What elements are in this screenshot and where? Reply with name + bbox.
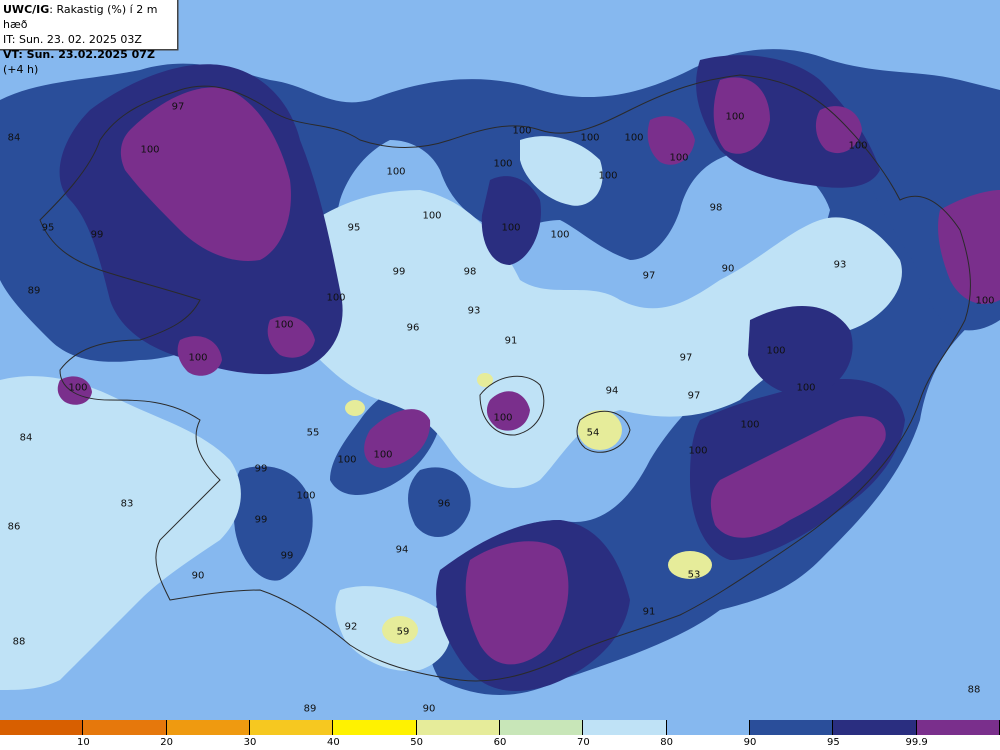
legend-swatch: [583, 720, 667, 735]
value-label: 100: [493, 412, 513, 424]
legend-swatch: [833, 720, 917, 735]
value-label: 100: [296, 490, 316, 502]
value-label: 95: [347, 222, 361, 234]
legend-tick-label: 95: [826, 737, 840, 748]
legend-tick-label: 60: [493, 737, 507, 748]
value-label: 100: [669, 152, 689, 164]
value-label: 88: [967, 684, 981, 696]
value-label: 54: [586, 427, 600, 439]
value-label: 100: [501, 222, 521, 234]
value-label: 83: [120, 498, 134, 510]
legend-tick-label: 70: [576, 737, 590, 748]
value-label: 100: [493, 158, 513, 170]
value-label: 91: [642, 606, 656, 618]
value-label: 100: [188, 352, 208, 364]
legend-swatch: [166, 720, 250, 735]
value-label: 96: [406, 322, 420, 334]
value-label: 88: [12, 636, 26, 648]
value-label: 100: [580, 132, 600, 144]
value-label: 100: [688, 445, 708, 457]
legend-swatch: [500, 720, 584, 735]
value-label: 90: [721, 263, 735, 275]
value-label: 97: [679, 352, 693, 364]
value-label: 89: [303, 703, 317, 715]
value-label: 98: [463, 266, 477, 278]
legend-tick-label: 99.9: [905, 737, 928, 748]
value-label: 100: [725, 111, 745, 123]
value-label: 99: [90, 229, 104, 241]
value-label: 84: [19, 432, 33, 444]
value-label: 93: [467, 305, 481, 317]
value-label: 99: [392, 266, 406, 278]
legend-swatch: [416, 720, 500, 735]
init-time: IT: Sun. 23. 02. 2025 03Z: [3, 33, 142, 46]
value-label: 100: [373, 449, 393, 461]
legend-tick-label: 20: [160, 737, 174, 748]
value-label: 97: [642, 270, 656, 282]
value-label: 90: [422, 703, 436, 715]
value-label: 94: [605, 385, 619, 397]
legend-tick-label: 80: [660, 737, 674, 748]
legend-swatch: [916, 720, 1000, 735]
value-label: 96: [437, 498, 451, 510]
value-label: 100: [422, 210, 442, 222]
legend-tick-label: 40: [326, 737, 340, 748]
valid-time: VT: Sun. 23.02.2025 07Z (+4 h): [3, 48, 155, 76]
value-label: 99: [280, 550, 294, 562]
humidity-map: [0, 0, 1000, 720]
legend-swatch: [250, 720, 334, 735]
legend-tick-label: 10: [76, 737, 90, 748]
color-legend: 10 20 30 40 50 60 70 80 90 95 99.9: [0, 720, 1000, 750]
value-label: 90: [191, 570, 205, 582]
legend-swatch: [0, 720, 84, 735]
legend-swatch: [666, 720, 750, 735]
value-label: 98: [709, 202, 723, 214]
value-label: 100: [386, 166, 406, 178]
value-label: 100: [766, 345, 786, 357]
value-label: 100: [140, 144, 160, 156]
value-label: 84: [7, 132, 21, 144]
value-label: 99: [254, 514, 268, 526]
value-label: 100: [796, 382, 816, 394]
legend-tick-label: 50: [410, 737, 424, 748]
value-label: 97: [687, 390, 701, 402]
value-label: 95: [41, 222, 55, 234]
value-label: 100: [274, 319, 294, 331]
value-label: 53: [687, 569, 701, 581]
value-label: 97: [171, 101, 185, 113]
value-label: 100: [68, 382, 88, 394]
value-label: 100: [326, 292, 346, 304]
header-panel: UWC/IG: Rakastig (%) í 2 m hæð IT: Sun. …: [0, 0, 178, 76]
value-label: 91: [504, 335, 518, 347]
value-label: 93: [833, 259, 847, 271]
value-label: 100: [624, 132, 644, 144]
value-label: 94: [395, 544, 409, 556]
value-label: 55: [306, 427, 320, 439]
value-label: 89: [27, 285, 41, 297]
chart-title: UWC/IG: Rakastig (%) í 2 m hæð: [3, 3, 158, 31]
value-label: 100: [848, 140, 868, 152]
legend-swatch: [83, 720, 167, 735]
legend-tick-label: 90: [743, 737, 757, 748]
value-label: 59: [396, 626, 410, 638]
value-label: 100: [740, 419, 760, 431]
legend-swatch: [333, 720, 417, 735]
value-label: 100: [975, 295, 995, 307]
value-label: 100: [337, 454, 357, 466]
legend-swatch: [750, 720, 834, 735]
value-label: 100: [550, 229, 570, 241]
value-label: 100: [598, 170, 618, 182]
legend-tick-label: 30: [243, 737, 257, 748]
value-label: 99: [254, 463, 268, 475]
value-label: 86: [7, 521, 21, 533]
value-label: 92: [344, 621, 358, 633]
value-label: 100: [512, 125, 532, 137]
